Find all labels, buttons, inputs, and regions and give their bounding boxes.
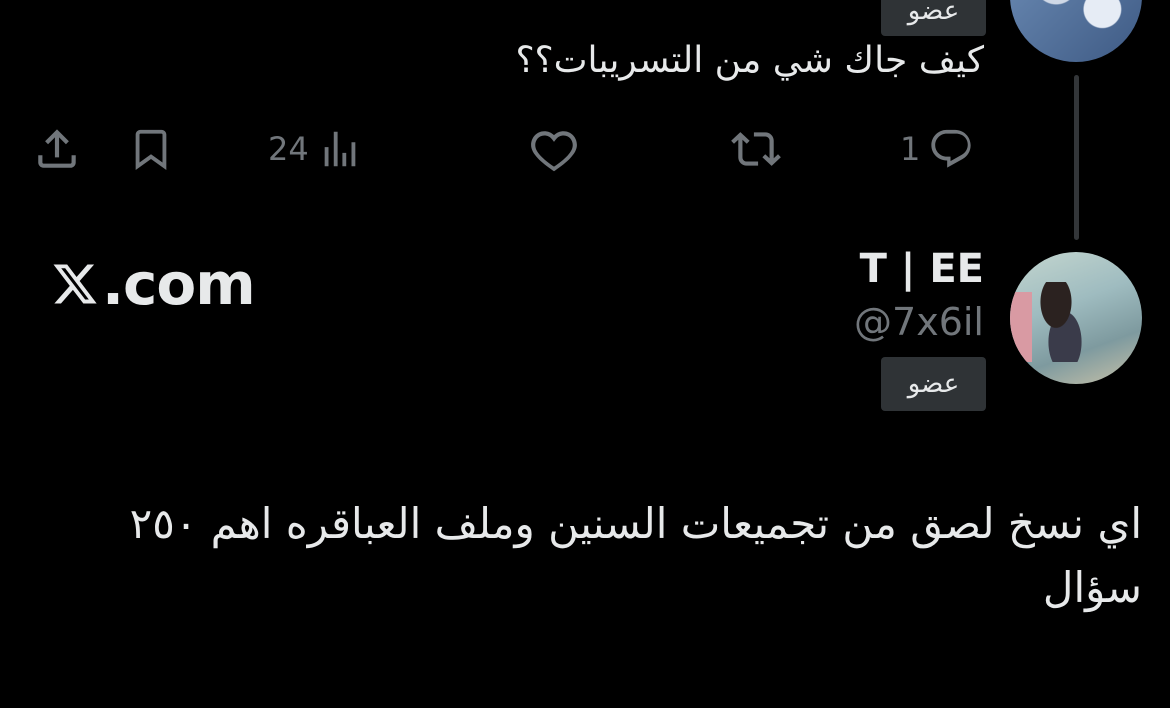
- like-icon: [531, 131, 577, 172]
- avatar[interactable]: [1010, 0, 1142, 62]
- views-count: 24: [268, 130, 309, 168]
- watermark-text: .com: [102, 250, 256, 318]
- x-watermark: .com: [50, 250, 256, 318]
- avatar[interactable]: [1010, 252, 1142, 384]
- bookmark-icon: [135, 129, 167, 170]
- retweet-button[interactable]: [728, 124, 792, 174]
- tweet-text: اي نسخ لصق من تجميعات السنين وملف العباق…: [129, 499, 1142, 612]
- member-badge: عضو: [881, 357, 986, 411]
- reply-icon: [931, 129, 972, 168]
- user-handle[interactable]: @7x6il: [854, 300, 984, 344]
- reply-count: 1: [900, 130, 921, 168]
- reply-button[interactable]: 1: [900, 124, 974, 174]
- tweet-text: كيف جاك شي من التسريبات؟؟: [515, 40, 984, 81]
- share-button[interactable]: [32, 124, 82, 174]
- member-badge: عضو: [881, 0, 986, 36]
- like-button[interactable]: [528, 124, 588, 174]
- avatar-detail: [1010, 292, 1032, 362]
- member-badge-label: عضو: [907, 0, 960, 26]
- x-logo-icon: [53, 264, 97, 304]
- share-icon: [38, 129, 76, 168]
- display-name[interactable]: T | EE: [860, 246, 984, 292]
- views-icon: [324, 131, 356, 167]
- retweet-icon: [731, 132, 781, 166]
- member-badge-label: عضو: [907, 369, 960, 399]
- views-button[interactable]: 24: [268, 124, 363, 174]
- thread-line: [1074, 75, 1079, 240]
- avatar-figure: [1032, 282, 1092, 362]
- bookmark-button[interactable]: [128, 124, 174, 174]
